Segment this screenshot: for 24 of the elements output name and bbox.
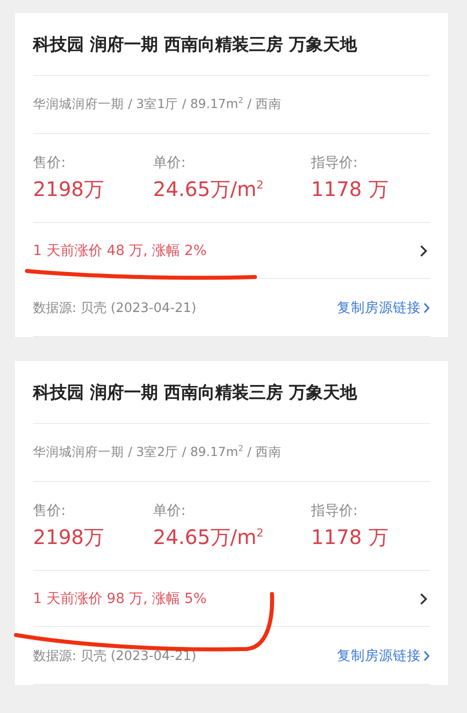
price-value: 1178 万 — [311, 176, 390, 202]
price-value: 24.65万/m$^{2}$ — [153, 524, 264, 550]
price-label: 指导价: — [311, 502, 359, 520]
listing-details: 华润城润府一期 / 3室2厅 / 89.17m$^{2}$ / 西南 — [33, 444, 282, 462]
price-value: 24.65万/m$^{2}$ — [153, 176, 264, 202]
copy-link[interactable]: 复制房源链接 — [337, 298, 430, 316]
price-value: 1178 万 — [311, 524, 390, 550]
chevron-right-icon — [423, 302, 430, 314]
price-change-text: 1 天前涨价 48 万, 涨幅 2% — [33, 242, 207, 260]
listing-title: 科技园 润府一期 西南向精装三房 万象天地 — [33, 382, 357, 404]
price-label: 单价: — [153, 502, 187, 520]
price-label: 售价: — [33, 502, 67, 520]
listing-title: 科技园 润府一期 西南向精装三房 万象天地 — [33, 34, 357, 56]
copy-link[interactable]: 复制房源链接 — [337, 646, 430, 664]
price-label: 单价: — [153, 154, 187, 172]
price-value: 2198万 — [33, 176, 105, 202]
chevron-right-icon — [423, 650, 430, 662]
price-label: 售价: — [33, 154, 67, 172]
listing-details: 华润城润府一期 / 3室1厅 / 89.17m$^{2}$ / 西南 — [33, 96, 282, 114]
data-source-text: 数据源: 贝壳 (2023-04-21) — [33, 648, 196, 664]
data-source-text: 数据源: 贝壳 (2023-04-21) — [33, 300, 196, 316]
price-value: 2198万 — [33, 524, 105, 550]
price-change-text: 1 天前涨价 98 万, 涨幅 5% — [33, 590, 207, 608]
price-label: 指导价: — [311, 154, 359, 172]
